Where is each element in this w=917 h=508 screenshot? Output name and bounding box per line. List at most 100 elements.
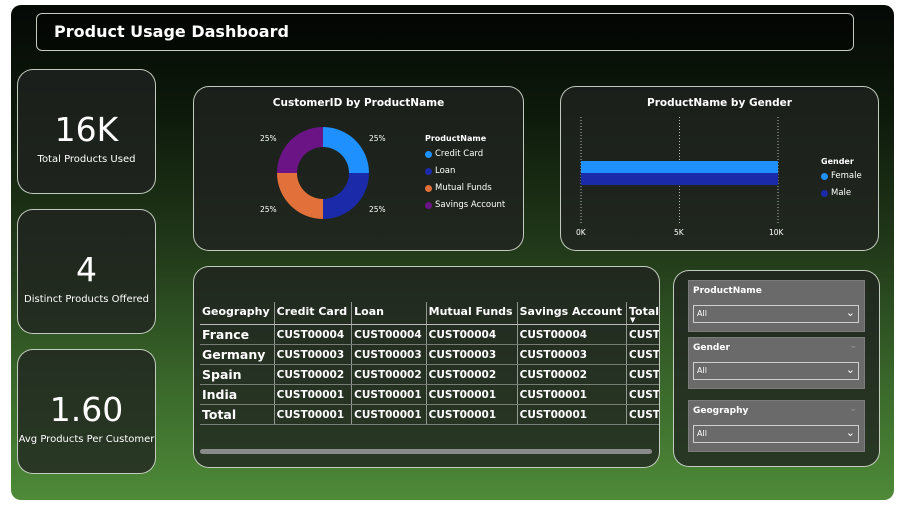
slicer-gender: Gender ⌄ All ⌄ — [688, 337, 865, 389]
legend-title: ProductName — [425, 134, 487, 143]
table-cell: CUST00004 — [626, 324, 659, 345]
legend-swatch — [425, 184, 432, 192]
bar-chart — [580, 117, 779, 225]
slicer-label: Geography — [693, 406, 749, 416]
kpi-value: 1.60 — [49, 390, 124, 429]
legend-item-female[interactable]: Female — [821, 171, 862, 181]
column-header-total[interactable]: Total ▼ — [626, 302, 659, 325]
column-header[interactable]: Geography — [200, 302, 275, 325]
table-cell: CUST00001 — [273, 404, 352, 425]
legend-label: Male — [831, 188, 852, 198]
kpi-value: 4 — [76, 250, 97, 289]
legend-item-loan[interactable]: Loan — [425, 166, 455, 176]
legend-label: Female — [831, 171, 862, 181]
legend-swatch — [425, 201, 432, 209]
chevron-down-icon: ⌄ — [845, 426, 855, 439]
legend-swatch — [821, 189, 828, 197]
row-header: Germany — [200, 344, 275, 365]
slicer-panel: ProductName All ⌄ Gender ⌄ All ⌄ Geograp… — [673, 270, 880, 467]
slice-label-loan: 25% — [369, 205, 386, 214]
bar-male[interactable] — [581, 173, 778, 185]
donut-chart — [277, 127, 369, 219]
column-header[interactable]: Credit Card — [273, 302, 352, 325]
dashboard-canvas: Product Usage Dashboard 16K Total Produc… — [11, 5, 894, 500]
donut-slice-mutual-funds[interactable] — [277, 173, 323, 219]
x-tick-label: 5K — [674, 228, 684, 237]
table-cell: CUST00001 — [626, 384, 659, 405]
table-row: France CUST00004 CUST00004 CUST00004 CUS… — [200, 324, 659, 345]
page-title: Product Usage Dashboard — [54, 22, 289, 41]
legend-swatch — [425, 167, 432, 175]
table-cell: CUST00001 — [516, 404, 627, 425]
row-header: Total — [200, 404, 275, 425]
slice-label-credit: 25% — [369, 134, 386, 143]
matrix-header-row: Geography Credit Card Loan Mutual Funds … — [200, 302, 659, 325]
dropdown-value: All — [697, 309, 707, 318]
row-header: India — [200, 384, 275, 405]
x-tick-label: 0K — [576, 228, 586, 237]
legend-swatch — [425, 150, 432, 158]
table-cell: CUST00003 — [273, 344, 352, 365]
table-cell: CUST00003 — [425, 344, 518, 365]
row-header: Spain — [200, 364, 275, 385]
matrix-card[interactable]: Geography Credit Card Loan Mutual Funds … — [193, 266, 660, 468]
collapse-icon[interactable]: ⌄ — [849, 404, 857, 414]
legend-label: Mutual Funds — [435, 183, 492, 193]
legend-title: Gender — [821, 157, 854, 166]
legend-label: Savings Account — [435, 200, 506, 210]
kpi-label: Total Products Used — [37, 154, 136, 165]
table-cell: CUST00001 — [273, 384, 352, 405]
donut-slice-credit-card[interactable] — [323, 127, 369, 173]
column-header[interactable]: Mutual Funds — [425, 302, 518, 325]
chevron-down-icon: ⌄ — [845, 306, 855, 319]
table-cell: CUST00004 — [351, 324, 427, 345]
x-tick-label: 10K — [769, 228, 784, 237]
kpi-label: Avg Products Per Customer — [18, 434, 155, 445]
chevron-down-icon: ⌄ — [845, 363, 855, 376]
table-cell: CUST00001 — [626, 404, 659, 425]
table-cell: CUST00002 — [516, 364, 627, 385]
table-row: Germany CUST00003 CUST00003 CUST00003 CU… — [200, 344, 659, 365]
bar-female[interactable] — [581, 161, 778, 173]
table-cell: CUST00001 — [516, 384, 627, 405]
legend-item-male[interactable]: Male — [821, 188, 851, 198]
sort-arrow-icon[interactable]: ▼ — [630, 316, 635, 324]
legend-label: Credit Card — [435, 149, 484, 159]
gender-dropdown[interactable]: All ⌄ — [693, 362, 859, 380]
slicer-label: Gender — [693, 343, 730, 353]
table-cell: CUST00003 — [351, 344, 427, 365]
collapse-icon[interactable]: ⌄ — [849, 341, 857, 351]
column-header[interactable]: Loan — [351, 302, 427, 325]
table-row: Spain CUST00002 CUST00002 CUST00002 CUST… — [200, 364, 659, 385]
productname-dropdown[interactable]: All ⌄ — [693, 305, 859, 323]
kpi-card-distinct-products: 4 Distinct Products Offered — [17, 209, 156, 334]
geography-dropdown[interactable]: All ⌄ — [693, 425, 859, 443]
table-row: India CUST00001 CUST00001 CUST00001 CUST… — [200, 384, 659, 405]
kpi-label: Distinct Products Offered — [24, 294, 149, 305]
slice-label-mutual: 25% — [260, 205, 277, 214]
table-cell: CUST00001 — [351, 404, 427, 425]
table-cell: CUST00002 — [626, 364, 659, 385]
legend-swatch — [821, 172, 828, 180]
horizontal-scrollbar[interactable] — [200, 449, 652, 454]
table-cell: CUST00003 — [626, 344, 659, 365]
table-cell: CUST00004 — [425, 324, 518, 345]
donut-slice-savings-account[interactable] — [277, 127, 323, 173]
legend-item-savings-account[interactable]: Savings Account — [425, 200, 505, 210]
legend-label: Loan — [435, 166, 456, 176]
dropdown-value: All — [697, 366, 707, 375]
table-cell: CUST00002 — [273, 364, 352, 385]
dropdown-value: All — [697, 429, 707, 438]
slicer-label: ProductName — [693, 286, 762, 296]
kpi-value: 16K — [54, 110, 119, 149]
legend-item-mutual-funds[interactable]: Mutual Funds — [425, 183, 492, 193]
kpi-card-avg-products: 1.60 Avg Products Per Customer — [17, 349, 156, 474]
column-header[interactable]: Savings Account — [516, 302, 627, 325]
table-cell: CUST00002 — [351, 364, 427, 385]
legend-item-credit-card[interactable]: Credit Card — [425, 149, 483, 159]
donut-slice-loan[interactable] — [323, 173, 369, 219]
donut-chart-card[interactable]: CustomerID by ProductName 25% 25% 25% 25… — [193, 86, 524, 251]
slice-label-savings: 25% — [260, 134, 277, 143]
slicer-productname: ProductName All ⌄ — [688, 280, 865, 332]
bar-chart-card[interactable]: ProductName by Gender 0K 5K 10K Gender F… — [560, 86, 879, 251]
